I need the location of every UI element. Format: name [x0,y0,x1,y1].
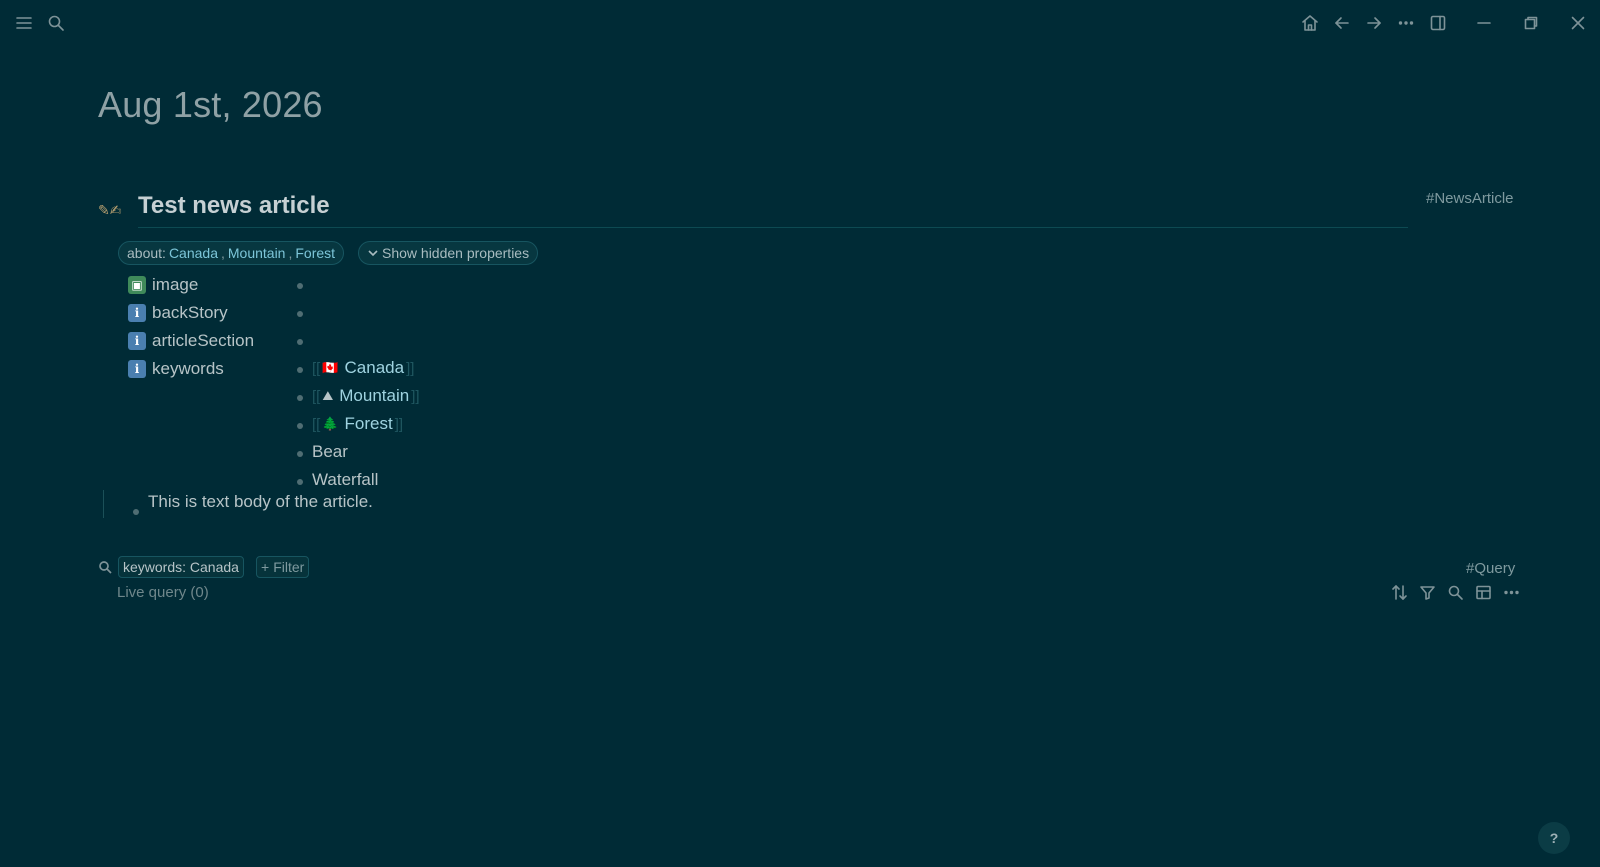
top-bar [0,0,1600,46]
about-property-pill[interactable]: about: Canada, Mountain, Forest [118,241,345,265]
keyword-bullet[interactable] [297,451,303,457]
chevron-down-icon [368,250,378,257]
bracket-close: ]] [394,415,404,433]
add-filter-label: Filter [273,559,305,575]
keyword-text: Waterfall [312,470,379,489]
home-icon[interactable] [1297,10,1323,36]
search-icon[interactable] [43,10,69,36]
bracket-close: ]] [406,359,415,377]
property-keywords[interactable]: i keywords [128,359,224,379]
tree-icon: 🌲 [322,416,339,431]
empty-value-bullet[interactable] [297,339,303,345]
query-filter-chip[interactable]: keywords: Canada [118,556,244,578]
table-view-icon[interactable] [1473,582,1493,602]
keyword-bullet[interactable] [297,479,303,485]
body-text[interactable]: This is text body of the article. [148,492,373,512]
canada-flag-icon: 🇨🇦 [322,360,339,375]
bracket-close: ]] [411,387,420,405]
show-hidden-properties-button[interactable]: Show hidden properties [358,241,539,265]
sort-icon[interactable] [1389,582,1409,602]
about-label: about: [127,245,166,261]
keyword-text: Bear [312,442,348,461]
info-icon: i [128,360,146,378]
empty-value-bullet[interactable] [297,283,303,289]
property-key-label: articleSection [152,331,255,350]
keyword-link[interactable]: Forest [345,414,393,434]
page-title[interactable]: Aug 1st, 2026 [98,84,323,126]
body-bullet[interactable] [133,509,139,515]
keyword-bullet[interactable] [297,367,303,373]
info-icon: i [128,332,146,350]
property-backstory[interactable]: i backStory [128,303,228,323]
block-title[interactable]: Test news article [138,192,330,220]
title-divider [138,227,1408,228]
keyword-bullet[interactable] [297,395,303,401]
close-icon[interactable] [1565,10,1591,36]
query-tag[interactable]: #Query [1466,560,1515,577]
bracket-open: [[ [312,359,321,377]
about-link-forest[interactable]: Forest [295,245,335,261]
keyword-value-forest[interactable]: [[ 🌲 Forest ]] [312,414,403,434]
property-key-label: image [152,275,199,294]
block-header: ✎✍ Test news article [98,190,1408,230]
about-link-mountain[interactable]: Mountain [228,245,286,261]
property-image[interactable]: ▣ image [128,275,198,295]
sidebar-toggle-icon[interactable] [1425,10,1451,36]
bracket-open: [[ [312,387,321,405]
about-link-canada[interactable]: Canada [169,245,218,261]
query-search-icon [98,560,112,574]
keyword-bullet[interactable] [297,423,303,429]
more-icon[interactable] [1393,10,1419,36]
plus-icon: + [261,559,270,575]
keyword-link[interactable]: Canada [345,358,405,378]
minimize-icon[interactable] [1471,10,1497,36]
about-separator: , [288,245,293,261]
block-icon: ✎✍ [98,202,122,218]
forward-arrow-icon[interactable] [1361,10,1387,36]
news-article-tag[interactable]: #NewsArticle [1426,190,1514,207]
keyword-value-waterfall[interactable]: Waterfall [312,470,378,490]
empty-value-bullet[interactable] [297,311,303,317]
add-filter-button[interactable]: + Filter [256,556,310,578]
about-separator: , [220,245,225,261]
menu-icon[interactable] [11,10,37,36]
property-key-label: backStory [152,303,228,322]
property-articlesection[interactable]: i articleSection [128,331,254,351]
info-icon: i [128,304,146,322]
query-more-icon[interactable] [1501,582,1521,602]
live-query-status: Live query (0) [117,584,209,601]
keyword-value-mountain[interactable]: [[ ⛰ Mountain ]] [312,386,420,406]
keyword-link[interactable]: Mountain [339,386,409,406]
filter-icon[interactable] [1417,582,1437,602]
mountain-icon: ⛰ [322,388,334,403]
restore-icon[interactable] [1518,10,1544,36]
bracket-open: [[ [312,415,321,433]
show-hidden-label: Show hidden properties [382,245,530,261]
help-button[interactable]: ? [1538,822,1570,854]
image-icon: ▣ [128,276,146,294]
query-search-tool-icon[interactable] [1445,582,1465,602]
keyword-value-bear[interactable]: Bear [312,442,348,462]
back-arrow-icon[interactable] [1329,10,1355,36]
block-guide-line [103,490,104,518]
keyword-value-canada[interactable]: [[ 🇨🇦 Canada ]] [312,358,414,378]
property-key-label: keywords [152,359,224,378]
